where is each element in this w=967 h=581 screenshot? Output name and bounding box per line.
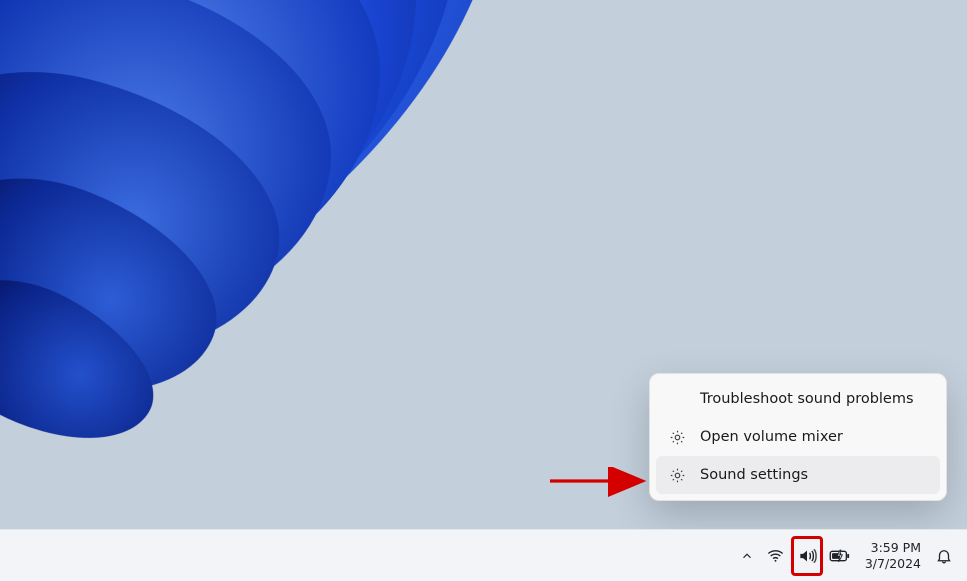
system-tray: 3:59 PM 3/7/2024 <box>734 536 959 576</box>
tray-overflow-button[interactable] <box>734 536 760 576</box>
menu-icon-none <box>668 390 686 408</box>
menu-item-volume-mixer[interactable]: Open volume mixer <box>656 418 940 456</box>
speaker-icon <box>797 546 817 566</box>
tray-time: 3:59 PM <box>871 540 921 556</box>
gear-icon <box>668 466 686 484</box>
menu-item-sound-settings[interactable]: Sound settings <box>656 456 940 494</box>
tray-notifications-button[interactable] <box>929 536 959 576</box>
chevron-up-icon <box>740 549 754 563</box>
tray-wifi-button[interactable] <box>760 536 791 576</box>
battery-icon <box>829 547 851 565</box>
menu-item-label: Open volume mixer <box>700 429 930 445</box>
wifi-icon <box>766 546 785 565</box>
gear-icon <box>668 428 686 446</box>
menu-item-label: Sound settings <box>700 467 930 483</box>
taskbar: 3:59 PM 3/7/2024 <box>0 529 967 581</box>
tray-clock[interactable]: 3:59 PM 3/7/2024 <box>857 536 929 576</box>
menu-item-troubleshoot[interactable]: Troubleshoot sound problems <box>656 380 940 418</box>
tray-date: 3/7/2024 <box>865 556 921 572</box>
menu-item-label: Troubleshoot sound problems <box>700 391 930 407</box>
bell-icon <box>935 547 953 565</box>
tray-volume-button[interactable] <box>791 536 823 576</box>
sound-context-menu: Troubleshoot sound problems Open volume … <box>649 373 947 501</box>
tray-battery-button[interactable] <box>823 536 857 576</box>
